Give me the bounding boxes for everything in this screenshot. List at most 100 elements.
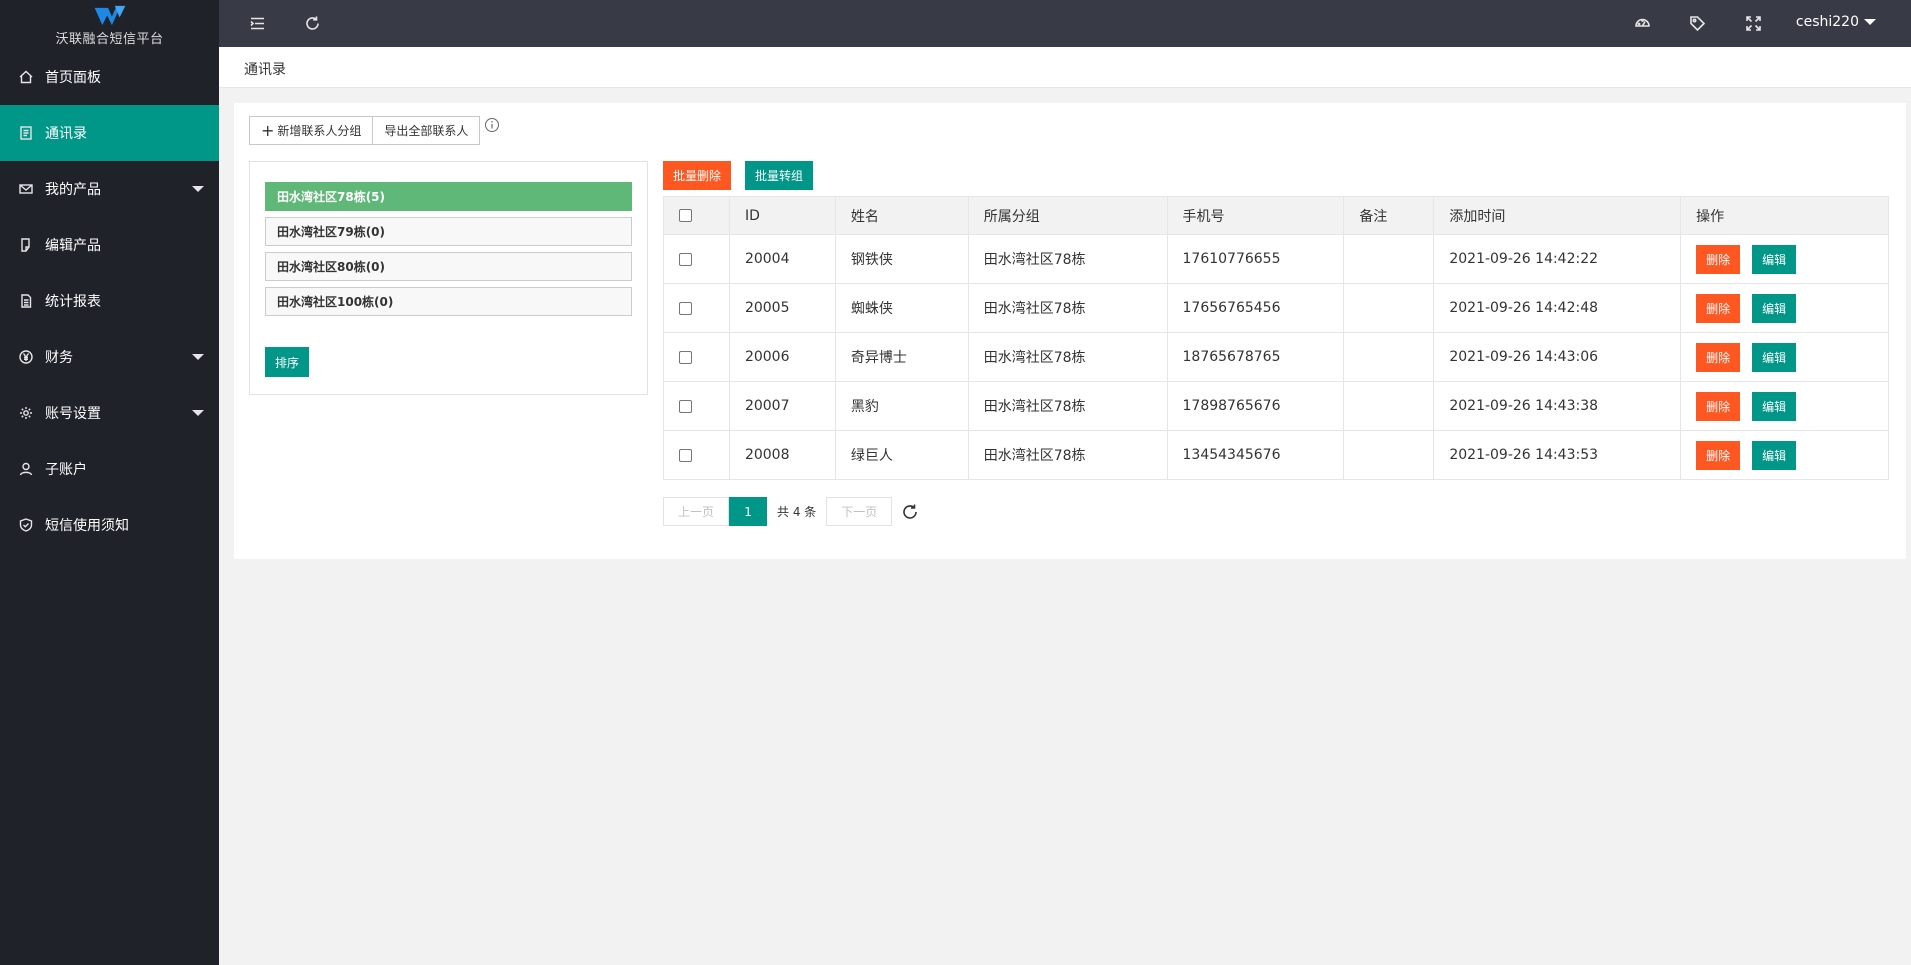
username: ceshi220 [1795,14,1859,30]
tag-icon[interactable] [1687,13,1707,33]
group-label: 田水湾社区78栋(5) [277,190,386,204]
prev-page-button[interactable]: 上一页 [663,497,730,526]
plus-icon: + [261,120,275,140]
time-cell: 2021-09-26 14:43:06 [1433,332,1682,382]
mail-icon [19,182,33,196]
sidebar-item-label: 通讯录 [45,126,87,142]
column-header: 操作 [1680,196,1889,235]
edit-button[interactable]: 编辑 [1752,244,1797,274]
edit-button[interactable]: 编辑 [1752,342,1797,372]
select-all-checkbox[interactable] [679,209,692,222]
refresh-icon[interactable] [900,502,920,522]
delete-button[interactable]: 删除 [1696,440,1741,470]
batch-delete-button[interactable]: 批量删除 [663,161,732,190]
table-row: 20008 绿巨人 田水湾社区78栋 13454345676 2021-09-2… [663,430,1889,480]
table-row: 20006 奇异博士 田水湾社区78栋 18765678765 2021-09-… [663,332,1889,382]
top-header: ceshi220 [219,0,1911,47]
group-item[interactable]: 田水湾社区80栋(0) [265,252,632,281]
refresh-icon[interactable] [302,13,322,33]
export-contacts-button[interactable]: 导出全部联系人 [373,116,481,145]
theme-icon[interactable] [1632,13,1652,33]
sidebar-item-sms-notice[interactable]: 短信使用须知 [0,497,219,553]
column-header: 姓名 [834,196,969,235]
current-page[interactable]: 1 [729,497,768,526]
edit-button[interactable]: 编辑 [1752,391,1797,421]
name-cell: 蜘蛛侠 [834,283,969,333]
pagination: 上一页 1 共 4 条 下一页 [663,497,920,526]
sidebar-item-label: 短信使用须知 [45,518,129,534]
delete-button[interactable]: 删除 [1696,293,1741,323]
sidebar-item-my-products[interactable]: 我的产品 [0,161,219,217]
edit-button[interactable]: 编辑 [1752,440,1797,470]
time-cell: 2021-09-26 14:42:22 [1433,234,1682,284]
edit-button[interactable]: 编辑 [1752,293,1797,323]
sidebar-item-contacts[interactable]: 通讯录 [0,105,219,161]
note-cell [1343,381,1435,431]
sidebar-item-label: 我的产品 [45,182,101,198]
app-name: 沃联融合短信平台 [55,32,164,47]
sidebar-item-reports[interactable]: 统计报表 [0,273,219,329]
row-select-cell [663,234,730,284]
row-checkbox[interactable] [679,350,692,364]
id-cell: 20006 [728,332,836,382]
group-cell: 田水湾社区78栋 [967,332,1168,382]
id-cell: 20008 [728,430,836,480]
column-header: 所属分组 [967,196,1168,235]
row-checkbox[interactable] [679,301,692,315]
id-cell: 20007 [728,381,836,431]
sidebar-item-edit-products[interactable]: 编辑产品 [0,217,219,273]
phone-cell: 17610776655 [1166,234,1345,284]
batch-actions: 批量删除 批量转组 [663,161,814,190]
group-item[interactable]: 田水湾社区79栋(0) [265,217,632,246]
actions-cell: 删除 编辑 [1680,234,1889,284]
chevron-down-icon [192,354,204,360]
sidebar-item-finance[interactable]: 财务 [0,329,219,385]
row-checkbox[interactable] [679,399,692,413]
chevron-down-icon [192,410,204,416]
phone-cell: 17656765456 [1166,283,1345,333]
next-page-button[interactable]: 下一页 [826,497,893,526]
page-title: 通讯录 [244,62,286,78]
actions-cell: 删除 编辑 [1680,283,1889,333]
row-checkbox[interactable] [679,252,692,266]
contacts-table: ID 姓名 所属分组 手机号 备注 添加时间 操作 20004 钢铁侠 田水湾社… [663,196,1889,480]
sidebar-nav: 首页面板 通讯录 我的产品 编辑产品 统计报表 财务 账号设置 子账户 短信使用… [0,49,219,553]
batch-move-button[interactable]: 批量转组 [745,161,814,190]
row-select-cell [663,430,730,480]
sidebar-item-account-settings[interactable]: 账号设置 [0,385,219,441]
actions-cell: 删除 编辑 [1680,332,1889,382]
column-header: 添加时间 [1433,196,1682,235]
add-group-button[interactable]: + 新增联系人分组 [249,116,374,145]
info-icon[interactable] [484,117,500,133]
fullscreen-icon[interactable] [1743,13,1763,33]
group-cell: 田水湾社区78栋 [967,381,1168,431]
row-select-cell [663,332,730,382]
main-card: + 新增联系人分组 导出全部联系人 田水湾社区78栋(5) 田水湾社区79栋(0… [234,103,1906,559]
group-panel: 田水湾社区78栋(5) 田水湾社区79栋(0) 田水湾社区80栋(0) 田水湾社… [249,161,648,395]
sidebar-item-sub-accounts[interactable]: 子账户 [0,441,219,497]
user-menu[interactable]: ceshi220 [1796,14,1876,30]
edit-doc-icon [19,238,33,252]
delete-button[interactable]: 删除 [1696,342,1741,372]
group-item[interactable]: 田水湾社区78栋(5) [265,182,632,211]
breadcrumb: 通讯录 [219,47,1911,88]
name-cell: 黑豹 [834,381,969,431]
note-cell [1343,332,1435,382]
sidebar-item-home[interactable]: 首页面板 [0,49,219,105]
phone-cell: 17898765676 [1166,381,1345,431]
menu-fold-icon[interactable] [247,13,267,33]
time-cell: 2021-09-26 14:43:53 [1433,430,1682,480]
row-select-cell [663,381,730,431]
id-cell: 20005 [728,283,836,333]
sidebar-item-label: 子账户 [45,462,87,478]
group-item[interactable]: 田水湾社区100栋(0) [265,287,632,316]
sidebar-item-label: 首页面板 [45,70,101,86]
delete-button[interactable]: 删除 [1696,391,1741,421]
contacts-icon [19,126,33,140]
delete-button[interactable]: 删除 [1696,244,1741,274]
sort-button[interactable]: 排序 [265,347,309,377]
group-cell: 田水湾社区78栋 [967,234,1168,284]
chevron-down-icon [192,186,204,192]
row-checkbox[interactable] [679,448,692,462]
group-cell: 田水湾社区78栋 [967,283,1168,333]
